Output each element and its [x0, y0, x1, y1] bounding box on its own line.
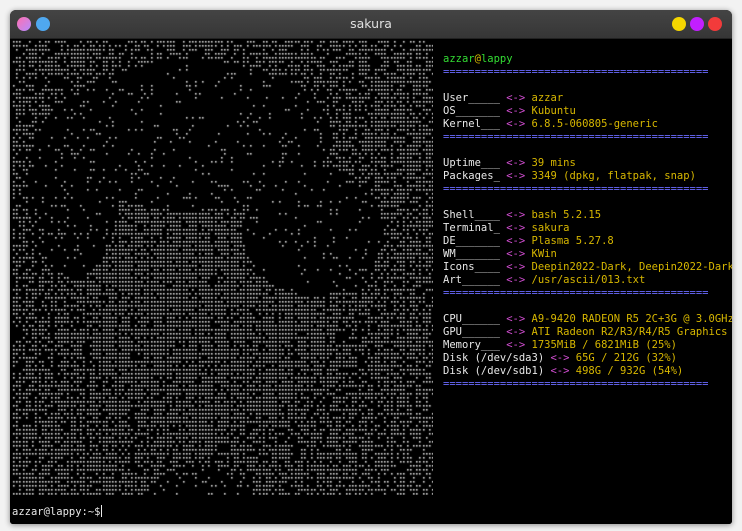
info-value: Deepin2022-Dark, Deepin2022-Dark	[531, 261, 732, 273]
info-key: User_____	[443, 92, 500, 104]
minimize-button[interactable]	[672, 17, 686, 31]
info-value: A9-9420 RADEON R5 2C+3G @ 3.0GHz	[531, 313, 732, 325]
info-key: GPU______	[443, 326, 500, 338]
user-host-line: azzar@lappy	[443, 53, 731, 66]
info-key: Terminal_	[443, 222, 500, 234]
arrow-separator: <->	[506, 235, 526, 247]
info-key: WM_______	[443, 248, 500, 260]
arrow-separator: <->	[550, 365, 570, 377]
info-row: WM_______ <-> KWin	[443, 248, 731, 261]
text-cursor	[100, 505, 102, 517]
info-value: sakura	[531, 222, 570, 234]
separator-line: ========================================…	[443, 287, 709, 299]
info-value: KWin	[531, 248, 557, 260]
separator-line: ========================================…	[443, 131, 709, 143]
arrow-separator: <->	[506, 339, 526, 351]
shell-prompt[interactable]: azzar@lappy:~$	[12, 505, 102, 519]
close-button[interactable]	[708, 17, 722, 31]
info-row: Memory___ <-> 1735MiB / 6821MiB (25%)	[443, 339, 731, 352]
info-value: azzar	[531, 92, 564, 104]
info-key: Uptime___	[443, 157, 500, 169]
info-value: 498G / 932G (54%)	[575, 365, 684, 377]
info-key: Memory___	[443, 339, 500, 351]
info-row: CPU______ <-> A9-9420 RADEON R5 2C+3G @ …	[443, 313, 732, 326]
hostname: lappy	[480, 53, 513, 65]
info-row: Terminal_ <-> sakura	[443, 222, 731, 235]
arrow-separator: <->	[506, 222, 526, 234]
info-value: /usr/ascii/013.txt	[531, 274, 646, 286]
info-key: DE_______	[443, 235, 500, 247]
terminal-area[interactable]: azzar@lappy ============================…	[10, 39, 732, 524]
info-row: Kernel___ <-> 6.8.5-060805-generic	[443, 118, 731, 131]
separator-line: ========================================…	[443, 378, 709, 390]
prompt-text: azzar@lappy:~$	[12, 506, 101, 518]
info-row: Disk (/dev/sda3) <-> 65G / 212G (32%)	[443, 352, 731, 365]
arrow-separator: <->	[506, 326, 526, 338]
info-value: 65G / 212G (32%)	[575, 352, 677, 364]
arrow-separator: <->	[506, 92, 526, 104]
arrow-separator: <->	[550, 352, 570, 364]
info-key: Packages_	[443, 170, 500, 182]
ascii-art-image	[12, 40, 433, 495]
info-value: 1735MiB / 6821MiB (25%)	[531, 339, 677, 351]
info-value: 3349 (dpkg, flatpak, snap)	[531, 170, 696, 182]
info-row: Uptime___ <-> 39 mins	[443, 157, 731, 170]
info-row: Art______ <-> /usr/ascii/013.txt	[443, 274, 731, 287]
title-bar[interactable]: sakura	[10, 10, 732, 39]
terminal-window: sakura azzar@lappy =====================…	[10, 10, 732, 524]
info-key: Disk (/dev/sdb1)	[443, 365, 545, 377]
info-row: Shell____ <-> bash 5.2.15	[443, 209, 731, 222]
username: azzar	[443, 53, 475, 65]
info-key: OS_______	[443, 105, 500, 117]
separator-line: ========================================…	[443, 66, 709, 78]
arrow-separator: <->	[506, 118, 526, 130]
info-row: Icons____ <-> Deepin2022-Dark, Deepin202…	[443, 261, 732, 274]
info-value: Plasma 5.27.8	[531, 235, 614, 247]
info-row: User_____ <-> azzar	[443, 92, 731, 105]
arrow-separator: <->	[506, 313, 526, 325]
arrow-separator: <->	[506, 274, 526, 286]
maximize-button[interactable]	[690, 17, 704, 31]
info-value: bash 5.2.15	[531, 209, 602, 221]
window-title: sakura	[350, 16, 392, 31]
info-row: GPU______ <-> ATI Radeon R2/R3/R4/R5 Gra…	[443, 326, 731, 339]
arrow-separator: <->	[506, 157, 526, 169]
info-key: CPU______	[443, 313, 500, 325]
arrow-separator: <->	[506, 105, 526, 117]
info-row: Packages_ <-> 3349 (dpkg, flatpak, snap)	[443, 170, 731, 183]
info-row: OS_______ <-> Kubuntu	[443, 105, 731, 118]
info-value: Kubuntu	[531, 105, 576, 117]
info-row: DE_______ <-> Plasma 5.27.8	[443, 235, 731, 248]
arrow-separator: <->	[506, 248, 526, 260]
info-value: 39 mins	[531, 157, 576, 169]
arrow-separator: <->	[506, 261, 526, 273]
separator-line: ========================================…	[443, 183, 709, 195]
info-key: Art______	[443, 274, 500, 286]
info-value: 6.8.5-060805-generic	[531, 118, 658, 130]
info-value: ATI Radeon R2/R3/R4/R5 Graphics	[531, 326, 728, 338]
info-key: Shell____	[443, 209, 500, 221]
info-key: Icons____	[443, 261, 500, 273]
info-row: Disk (/dev/sdb1) <-> 498G / 932G (54%)	[443, 365, 731, 378]
info-key: Kernel___	[443, 118, 500, 130]
arrow-separator: <->	[506, 209, 526, 221]
arrow-separator: <->	[506, 170, 526, 182]
system-info-panel: azzar@lappy ============================…	[443, 53, 732, 391]
info-key: Disk (/dev/sda3)	[443, 352, 545, 364]
